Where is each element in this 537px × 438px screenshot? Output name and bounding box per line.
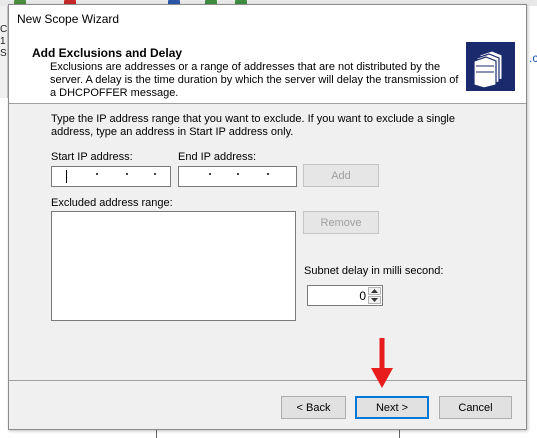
spinner-buttons: [368, 287, 381, 304]
arrow-head: [371, 368, 393, 388]
end-ip-field[interactable]: [178, 166, 297, 187]
ip-separator: [267, 173, 269, 175]
text-caret: [66, 170, 67, 183]
subnet-delay-value: 0: [359, 289, 366, 303]
add-button[interactable]: Add: [303, 164, 379, 187]
window-title: New Scope Wizard: [17, 12, 120, 26]
wizard-header: Add Exclusions and Delay Exclusions are …: [9, 32, 526, 104]
instructions-text: Type the IP address range that you want …: [51, 113, 455, 138]
page-title: Add Exclusions and Delay: [32, 46, 183, 60]
cancel-button[interactable]: Cancel: [439, 396, 512, 419]
red-arrow-annotation: [371, 338, 393, 388]
background-right-text: .co: [529, 51, 537, 65]
start-ip-label: Start IP address:: [51, 151, 133, 163]
spin-up-button[interactable]: [368, 287, 381, 295]
ip-separator: [237, 173, 239, 175]
subnet-delay-spinner[interactable]: 0: [307, 285, 383, 306]
ip-separator: [96, 173, 98, 175]
end-ip-label: End IP address:: [178, 151, 257, 163]
title-bar[interactable]: New Scope Wizard: [9, 5, 526, 32]
ip-separator: [126, 173, 128, 175]
page-description: Exclusions are addresses or a range of a…: [50, 61, 459, 99]
arrow-shaft: [379, 338, 385, 370]
footer-separator: [9, 380, 526, 381]
caret-down-icon: [371, 298, 378, 302]
subnet-delay-label: Subnet delay in milli second:: [304, 265, 444, 277]
spin-down-button[interactable]: [368, 296, 381, 304]
ip-separator: [209, 173, 211, 175]
next-button[interactable]: Next >: [355, 396, 429, 419]
excluded-range-list[interactable]: [51, 211, 296, 321]
new-scope-wizard-dialog: New Scope Wizard Add Exclusions and Dela…: [8, 4, 527, 430]
excluded-range-label: Excluded address range:: [51, 197, 173, 209]
start-ip-field[interactable]: [51, 166, 171, 187]
background-right-pane: [526, 6, 537, 438]
folders-icon: [466, 42, 515, 91]
remove-button[interactable]: Remove: [303, 211, 379, 234]
back-button[interactable]: < Back: [281, 396, 346, 419]
caret-up-icon: [371, 289, 378, 293]
ip-separator: [154, 173, 156, 175]
